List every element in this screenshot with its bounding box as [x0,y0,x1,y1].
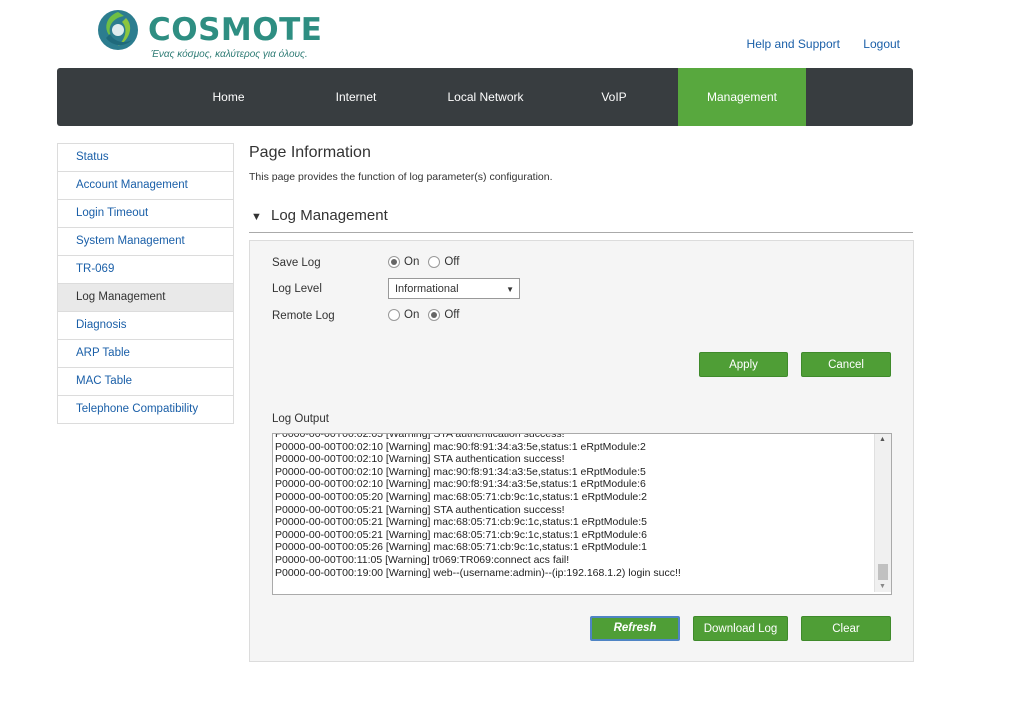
log-output-text: P0000-00-00T00:02:05 [Warning] STA authe… [275,433,681,579]
log-level-label: Log Level [272,283,322,295]
dropdown-arrow-icon: ▼ [506,285,514,294]
log-line: P0000-00-00T00:05:21 [Warning] mac:68:05… [275,528,648,541]
cosmote-logo[interactable]: COSMOTE Ένας κόσμος, καλύτερος για όλους… [96,8,326,66]
sidebar-item-login-timeout[interactable]: Login Timeout [58,200,233,228]
log-level-select[interactable]: Informational ▼ [388,278,520,299]
scroll-down-arrow-icon[interactable]: ▼ [879,583,886,590]
log-line: P0000-00-00T00:05:21 [Warning] mac:68:05… [275,516,648,529]
remote-log-on-label: On [404,309,420,321]
nav-local-network[interactable]: Local Network [434,68,537,126]
cancel-button[interactable]: Cancel [801,352,891,377]
sidebar-item-arp-table[interactable]: ARP Table [58,340,233,368]
main-nav: Home Internet Local Network VoIP Managem… [57,68,913,126]
sidebar-item-log-management[interactable]: Log Management [58,284,233,312]
download-log-button[interactable]: Download Log [693,616,788,641]
page-title: Page Information [249,144,371,161]
log-line: P0000-00-00T00:02:10 [Warning] mac:90:f8… [275,440,646,453]
remote-log-label: Remote Log [272,310,335,322]
scroll-up-arrow-icon[interactable]: ▲ [879,436,886,443]
log-line: P0000-00-00T00:19:00 [Warning] web--(use… [275,566,681,579]
sidebar-item-diagnosis[interactable]: Diagnosis [58,312,233,340]
section-title: Log Management [271,207,388,224]
save-log-on-radio[interactable] [388,256,400,268]
remote-log-on-radio[interactable] [388,309,400,321]
cosmote-swirl-icon [98,10,138,50]
nav-management[interactable]: Management [678,68,806,126]
log-line: P0000-00-00T00:02:05 [Warning] STA authe… [275,433,565,440]
log-line: P0000-00-00T00:05:26 [Warning] mac:68:05… [275,541,648,554]
log-level-value: Informational [395,283,459,295]
log-line: P0000-00-00T00:02:10 [Warning] mac:90:f8… [275,465,646,478]
log-line: P0000-00-00T00:05:20 [Warning] mac:68:05… [275,490,648,503]
log-line: P0000-00-00T00:05:21 [Warning] STA authe… [275,503,565,516]
scrollbar-thumb[interactable] [878,564,888,580]
remote-log-radio-group: On Off [388,309,468,321]
help-support-link[interactable]: Help and Support [747,37,840,51]
remote-log-off-label: Off [444,309,460,321]
section-header[interactable]: ▼ Log Management [249,205,913,233]
save-log-off-radio[interactable] [428,256,441,268]
log-output-scrollbar[interactable]: ▲ ▼ [874,434,891,592]
nav-home[interactable]: Home [177,68,280,126]
log-line: P0000-00-00T00:02:10 [Warning] STA authe… [275,453,565,466]
top-links: Help and Support Logout [727,37,900,51]
sidebar-item-account-management[interactable]: Account Management [58,172,233,200]
nav-voip[interactable]: VoIP [563,68,665,126]
brand-name: COSMOTE [148,12,323,48]
log-output-label: Log Output [272,413,329,425]
save-log-label: Save Log [272,257,321,269]
sidebar-item-system-management[interactable]: System Management [58,228,233,256]
log-line: P0000-00-00T00:02:10 [Warning] mac:90:f8… [275,478,646,491]
sidebar: Status Account Management Login Timeout … [57,143,234,424]
remote-log-off-radio[interactable] [428,309,441,321]
brand-tagline: Ένας κόσμος, καλύτερος για όλους. [151,49,308,60]
log-settings-panel: Save Log On Off Log Level Informational … [249,240,914,662]
log-output-textarea[interactable]: P0000-00-00T00:02:05 [Warning] STA authe… [272,433,892,595]
refresh-button[interactable]: Refresh [590,616,680,641]
sidebar-item-mac-table[interactable]: MAC Table [58,368,233,396]
log-line: P0000-00-00T00:11:05 [Warning] tr069:TR0… [275,553,570,566]
nav-internet[interactable]: Internet [305,68,407,126]
apply-button[interactable]: Apply [699,352,788,377]
save-log-off-label: Off [444,256,460,268]
sidebar-item-tr069[interactable]: TR-069 [58,256,233,284]
save-log-radio-group: On Off [388,256,468,268]
clear-button[interactable]: Clear [801,616,891,641]
page-description: This page provides the function of log p… [249,171,553,183]
sidebar-item-telephone-compatibility[interactable]: Telephone Compatibility [58,396,233,423]
triangle-down-icon: ▼ [251,211,262,223]
logout-link[interactable]: Logout [863,37,900,51]
save-log-on-label: On [404,256,420,268]
sidebar-item-status[interactable]: Status [58,144,233,172]
